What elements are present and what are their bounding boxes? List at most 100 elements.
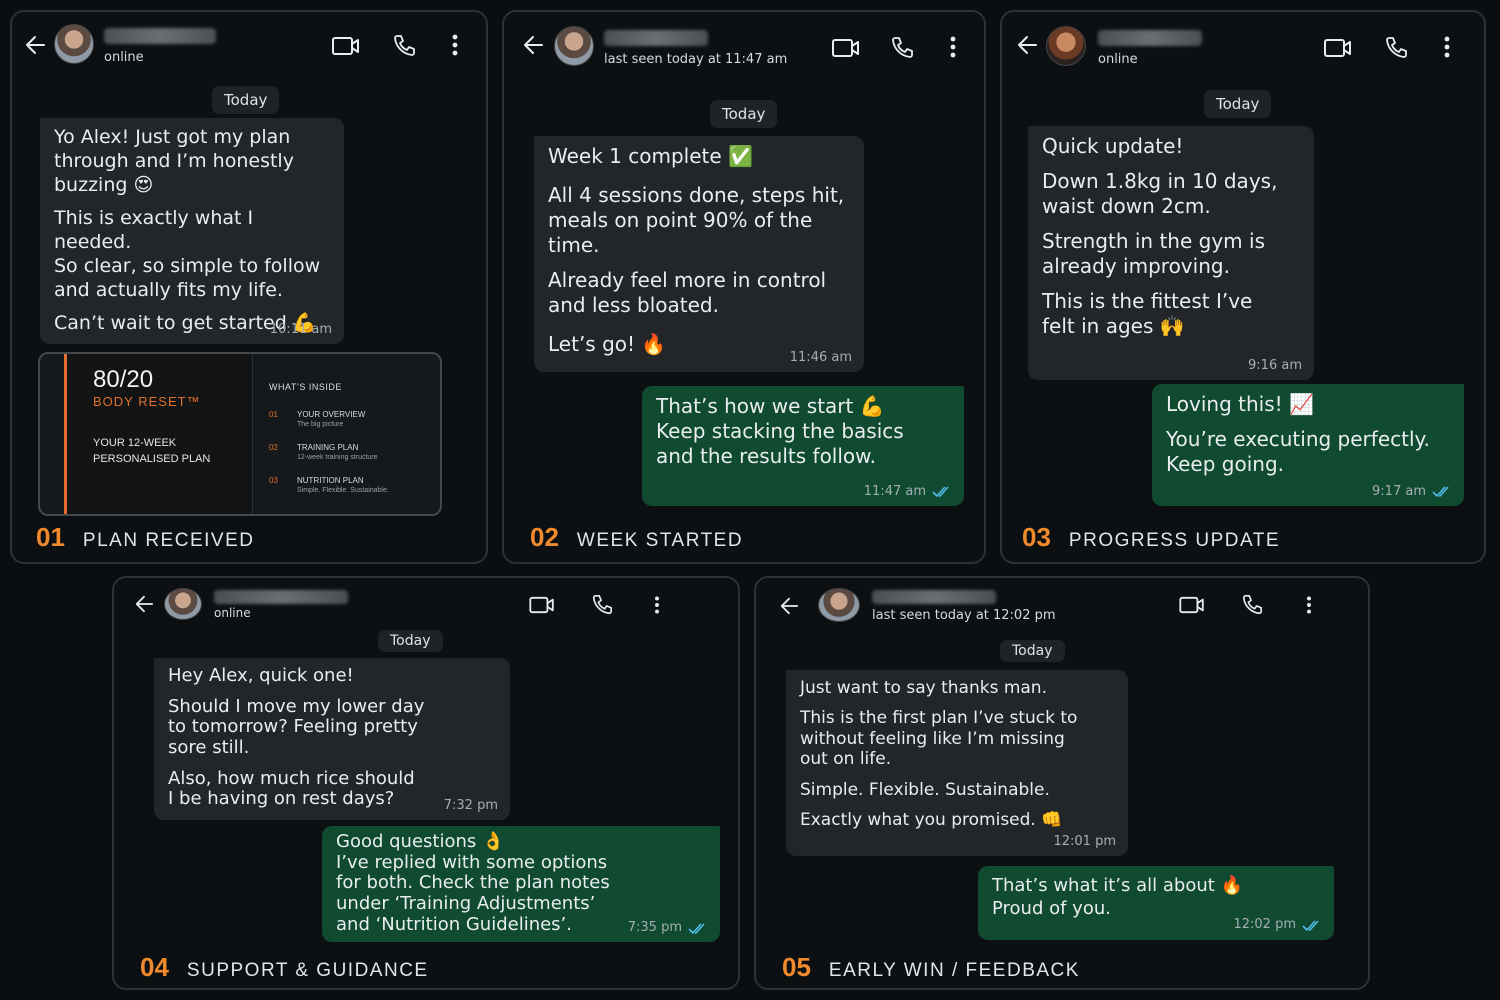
caption-label: WEEK STARTED: [576, 530, 744, 551]
plan-document-preview[interactable]: 80/20 BODY RESET™ YOUR 12-WEEK PERSONALI…: [38, 352, 442, 516]
doc-item-title: YOUR OVERVIEW: [297, 410, 366, 419]
contact-name-blurred: [214, 590, 348, 604]
avatar[interactable]: [554, 26, 594, 66]
day-separator: Today: [710, 100, 778, 128]
message-time: 9:17 am: [1372, 484, 1452, 500]
phone-icon[interactable]: [392, 34, 416, 58]
day-separator: Today: [1204, 90, 1272, 118]
back-arrow-icon[interactable]: [522, 34, 544, 56]
incoming-message: Just want to say thanks man. This is the…: [786, 670, 1128, 856]
doc-item-number: 01: [269, 410, 278, 419]
message-text: This is the first plan I’ve stuck to wit…: [800, 708, 1078, 770]
more-options-icon[interactable]: [452, 34, 458, 56]
timestamp: 12:02 pm: [1233, 917, 1296, 933]
phone-icon[interactable]: [890, 36, 914, 60]
message-text: This is exactly what I needed. So clear,…: [54, 207, 321, 301]
doc-item-number: 02: [269, 443, 278, 452]
double-check-icon: [932, 486, 952, 498]
video-call-icon[interactable]: [1178, 596, 1206, 614]
phone-icon[interactable]: [590, 594, 614, 616]
message-time: 12:02 pm: [1233, 917, 1322, 934]
avatar[interactable]: [54, 24, 94, 64]
phone-icon[interactable]: [1384, 36, 1408, 60]
contact-status: last seen today at 11:47 am: [604, 52, 788, 67]
back-arrow-icon[interactable]: [1016, 34, 1038, 56]
incoming-message: Hey Alex, quick one! Should I move my lo…: [154, 658, 510, 820]
contact-status: last seen today at 12:02 pm: [872, 608, 1056, 623]
video-call-icon[interactable]: [528, 596, 556, 614]
message-text: Already feel more in control and less bl…: [548, 268, 827, 317]
outgoing-message: That’s how we start 💪 Keep stacking the …: [642, 386, 964, 506]
avatar[interactable]: [818, 588, 860, 622]
timestamp: 11:47 am: [863, 483, 926, 499]
doc-item-number: 03: [269, 476, 278, 485]
outgoing-message: Loving this! 📈 You’re executing perfectl…: [1152, 384, 1464, 506]
timestamp: 9:17 am: [1372, 483, 1426, 499]
message-time: 11:47 am: [864, 484, 952, 500]
timestamp: 7:32 pm: [443, 798, 498, 814]
message-text: Quick update!: [1042, 134, 1184, 158]
message-time: 7:35 pm: [627, 920, 708, 936]
more-options-icon[interactable]: [1306, 596, 1312, 614]
doc-item-title: TRAINING PLAN: [297, 443, 359, 452]
video-call-icon[interactable]: [332, 36, 360, 56]
doc-item-title: NUTRITION PLAN: [297, 476, 364, 485]
incoming-message: Quick update! Down 1.8kg in 10 days, wai…: [1028, 126, 1314, 380]
avatar[interactable]: [1046, 26, 1086, 66]
double-check-icon: [1432, 486, 1452, 498]
caption-number: 04: [140, 952, 169, 982]
double-check-icon: [688, 922, 708, 935]
chat-header: last seen today at 11:47 am: [504, 12, 984, 76]
avatar[interactable]: [164, 588, 202, 620]
chat-header: online: [12, 12, 486, 76]
contact-status: online: [214, 606, 251, 620]
caption-label: PROGRESS UPDATE: [1068, 530, 1281, 551]
day-separator: Today: [212, 86, 280, 114]
caption-number: 05: [782, 952, 811, 982]
message-text: Just want to say thanks man.: [800, 678, 1047, 698]
panel-caption: 03 PROGRESS UPDATE: [1022, 522, 1280, 553]
contact-status: online: [104, 50, 144, 65]
video-call-icon[interactable]: [832, 38, 860, 58]
more-options-icon[interactable]: [1444, 36, 1450, 58]
contact-name-blurred: [604, 30, 708, 46]
outgoing-message: Good questions 👌 I’ve replied with some …: [322, 826, 720, 942]
panel-caption: 02 WEEK STARTED: [530, 522, 743, 553]
double-check-icon: [1302, 920, 1322, 932]
caption-label: PLAN RECEIVED: [82, 530, 255, 551]
contact-name-blurred: [872, 590, 996, 604]
back-arrow-icon[interactable]: [134, 594, 154, 614]
message-time: 7:32 pm: [443, 798, 498, 814]
message-text: Exactly what you promised. 👊: [800, 809, 1063, 830]
back-arrow-icon[interactable]: [24, 34, 46, 56]
contact-name-blurred: [104, 28, 216, 44]
day-separator: Today: [1000, 640, 1065, 662]
day-separator: Today: [378, 630, 443, 652]
doc-inside-label: WHAT’S INSIDE: [269, 382, 342, 392]
timestamp: 7:35 pm: [627, 920, 682, 936]
doc-contents: WHAT’S INSIDE 01 YOUR OVERVIEW The big p…: [252, 354, 440, 514]
phone-icon[interactable]: [1240, 594, 1264, 616]
more-options-icon[interactable]: [654, 596, 660, 614]
message-text: Week 1 complete ✅: [548, 144, 753, 168]
chat-panel-plan-received: online Today Yo Alex! Just got my plan t…: [10, 10, 488, 564]
doc-item-desc: 12-week training structure: [297, 454, 378, 461]
back-arrow-icon[interactable]: [778, 596, 800, 616]
timestamp: 9:16 am: [1248, 357, 1302, 373]
message-text: You’re executing perfectly. Keep going.: [1166, 427, 1430, 476]
message-text: Simple. Flexible. Sustainable.: [800, 779, 1050, 800]
message-time: 12:01 pm: [1053, 834, 1116, 850]
doc-cover: 80/20 BODY RESET™ YOUR 12-WEEK PERSONALI…: [64, 354, 252, 514]
message-text: Hey Alex, quick one!: [168, 665, 354, 686]
timestamp: 10:11 am: [269, 321, 332, 337]
message-time: 10:11 am: [270, 322, 332, 338]
contact-name-blurred: [1098, 30, 1202, 46]
caption-number: 01: [36, 522, 65, 552]
video-call-icon[interactable]: [1324, 38, 1352, 58]
more-options-icon[interactable]: [950, 36, 956, 58]
incoming-message: Yo Alex! Just got my plan through and I’…: [40, 118, 344, 344]
message-text: This is the fittest I’ve felt in ages 🙌: [1042, 289, 1253, 338]
panel-caption: 04 SUPPORT & GUIDANCE: [140, 952, 429, 983]
incoming-message: Week 1 complete ✅ All 4 sessions done, s…: [534, 136, 864, 372]
doc-item-desc: The big picture: [297, 421, 344, 428]
